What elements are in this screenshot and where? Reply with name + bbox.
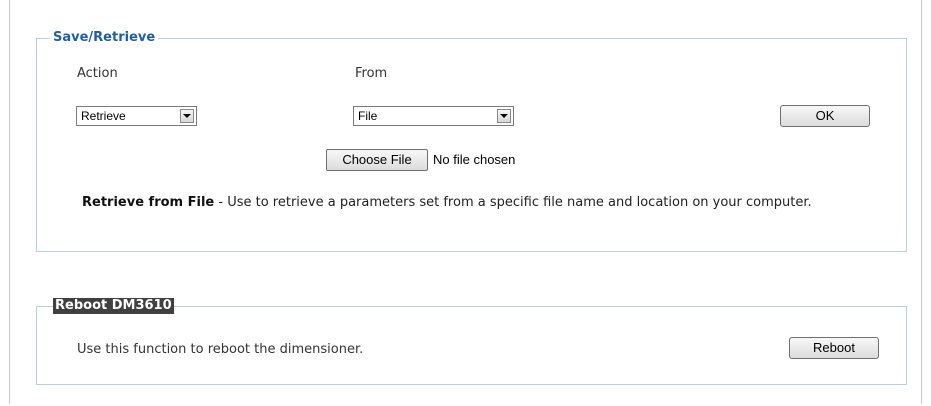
choose-file-button[interactable]: Choose File (326, 149, 428, 171)
chevron-down-icon (497, 109, 511, 123)
chevron-down-icon (180, 109, 194, 123)
save-retrieve-title: Save/Retrieve (50, 30, 159, 46)
reboot-title: Reboot DM3610 (53, 298, 174, 314)
ok-button[interactable]: OK (780, 105, 870, 127)
action-select-value: Retrieve (81, 109, 126, 123)
retrieve-description: Retrieve from File - Use to retrieve a p… (82, 193, 872, 212)
action-label: Action (77, 66, 118, 81)
no-file-chosen-text: No file chosen (433, 152, 516, 167)
from-select-value: File (358, 109, 378, 123)
save-retrieve-panel (36, 38, 907, 252)
retrieve-description-text: - Use to retrieve a parameters set from … (214, 195, 812, 210)
from-label: From (355, 66, 388, 81)
retrieve-description-title: Retrieve from File (82, 195, 215, 210)
reboot-text: Use this function to reboot the dimensio… (77, 342, 364, 357)
reboot-button[interactable]: Reboot (789, 337, 879, 359)
from-select[interactable]: File (353, 106, 514, 126)
action-select[interactable]: Retrieve (76, 106, 197, 126)
